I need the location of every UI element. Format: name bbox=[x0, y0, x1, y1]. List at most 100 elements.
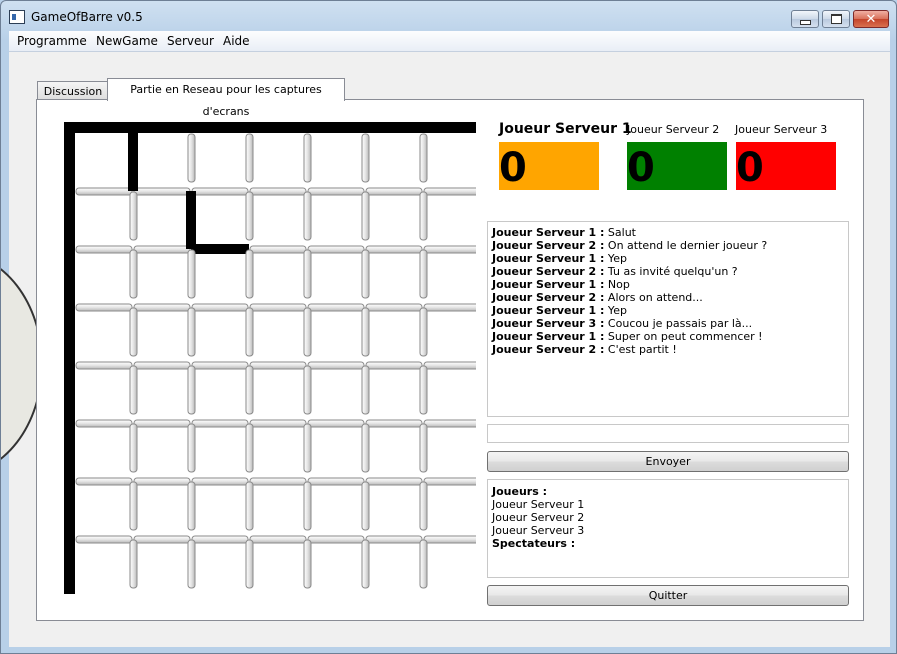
horizontal-bar[interactable] bbox=[307, 419, 365, 428]
vertical-bar[interactable] bbox=[187, 365, 196, 415]
vertical-bar[interactable] bbox=[303, 191, 312, 241]
horizontal-bar[interactable] bbox=[133, 419, 191, 428]
horizontal-bar[interactable] bbox=[249, 535, 307, 544]
horizontal-bar[interactable] bbox=[75, 419, 133, 428]
vertical-bar[interactable] bbox=[361, 307, 370, 357]
horizontal-bar[interactable] bbox=[133, 477, 191, 486]
tab-discussion[interactable]: Discussion bbox=[37, 81, 109, 101]
vertical-bar[interactable] bbox=[129, 365, 138, 415]
horizontal-bar[interactable] bbox=[307, 187, 365, 196]
horizontal-bar[interactable] bbox=[75, 187, 133, 196]
horizontal-bar[interactable] bbox=[133, 245, 191, 254]
horizontal-bar[interactable] bbox=[249, 303, 307, 312]
vertical-bar[interactable] bbox=[361, 191, 370, 241]
horizontal-bar[interactable] bbox=[191, 535, 249, 544]
horizontal-bar[interactable] bbox=[365, 361, 423, 370]
vertical-bar[interactable] bbox=[303, 423, 312, 473]
vertical-bar[interactable] bbox=[187, 423, 196, 473]
vertical-bar[interactable] bbox=[245, 133, 254, 183]
vertical-bar[interactable] bbox=[303, 133, 312, 183]
horizontal-bar[interactable] bbox=[191, 187, 249, 196]
horizontal-bar[interactable] bbox=[75, 245, 133, 254]
vertical-bar[interactable] bbox=[245, 539, 254, 589]
horizontal-bar[interactable] bbox=[191, 419, 249, 428]
horizontal-bar[interactable] bbox=[191, 477, 249, 486]
horizontal-bar[interactable] bbox=[249, 361, 307, 370]
horizontal-bar[interactable] bbox=[307, 477, 365, 486]
vertical-bar[interactable] bbox=[361, 481, 370, 531]
vertical-bar[interactable] bbox=[245, 365, 254, 415]
vertical-bar[interactable] bbox=[361, 249, 370, 299]
vertical-bar[interactable] bbox=[303, 307, 312, 357]
horizontal-bar[interactable] bbox=[75, 303, 133, 312]
horizontal-bar[interactable] bbox=[365, 187, 423, 196]
game-board[interactable] bbox=[64, 122, 476, 594]
horizontal-bar[interactable] bbox=[423, 187, 476, 196]
tab-partie-reseau[interactable]: Partie en Reseau pour les captures d'ecr… bbox=[107, 78, 345, 118]
menu-programme[interactable]: Programme bbox=[17, 34, 87, 48]
vertical-bar[interactable] bbox=[187, 133, 196, 183]
title-bar[interactable]: GameOfBarre v0.5 ✕ bbox=[1, 1, 896, 31]
vertical-bar[interactable] bbox=[419, 365, 428, 415]
horizontal-bar[interactable] bbox=[423, 477, 476, 486]
vertical-bar[interactable] bbox=[187, 307, 196, 357]
horizontal-bar[interactable] bbox=[191, 361, 249, 370]
maximize-button[interactable] bbox=[822, 10, 850, 28]
vertical-bar[interactable] bbox=[129, 423, 138, 473]
chat-log[interactable]: Joueur Serveur 1 : Salut Joueur Serveur … bbox=[487, 221, 849, 417]
horizontal-bar[interactable] bbox=[423, 361, 476, 370]
horizontal-bar[interactable] bbox=[365, 535, 423, 544]
vertical-bar[interactable] bbox=[361, 539, 370, 589]
horizontal-bar[interactable] bbox=[191, 303, 249, 312]
menu-newgame[interactable]: NewGame bbox=[96, 34, 158, 48]
horizontal-bar[interactable] bbox=[423, 245, 476, 254]
vertical-bar[interactable] bbox=[361, 423, 370, 473]
horizontal-bar[interactable] bbox=[75, 361, 133, 370]
horizontal-bar[interactable] bbox=[133, 303, 191, 312]
menu-aide[interactable]: Aide bbox=[223, 34, 250, 48]
horizontal-bar[interactable] bbox=[249, 245, 307, 254]
vertical-bar[interactable] bbox=[245, 191, 254, 241]
vertical-bar[interactable] bbox=[419, 249, 428, 299]
horizontal-bar[interactable] bbox=[307, 535, 365, 544]
close-button[interactable]: ✕ bbox=[853, 10, 889, 28]
vertical-bar[interactable] bbox=[187, 539, 196, 589]
vertical-bar[interactable] bbox=[303, 481, 312, 531]
quit-button[interactable]: Quitter bbox=[487, 585, 849, 606]
horizontal-bar[interactable] bbox=[75, 535, 133, 544]
horizontal-bar[interactable] bbox=[365, 245, 423, 254]
vertical-bar[interactable] bbox=[419, 423, 428, 473]
horizontal-bar[interactable] bbox=[423, 419, 476, 428]
horizontal-bar[interactable] bbox=[365, 303, 423, 312]
minimize-button[interactable] bbox=[791, 10, 819, 28]
vertical-bar[interactable] bbox=[303, 539, 312, 589]
horizontal-bar[interactable] bbox=[249, 477, 307, 486]
vertical-bar[interactable] bbox=[129, 307, 138, 357]
vertical-bar[interactable] bbox=[361, 133, 370, 183]
vertical-bar[interactable] bbox=[245, 249, 254, 299]
vertical-bar[interactable] bbox=[129, 249, 138, 299]
vertical-bar[interactable] bbox=[419, 481, 428, 531]
horizontal-bar[interactable] bbox=[365, 419, 423, 428]
horizontal-bar[interactable] bbox=[75, 477, 133, 486]
vertical-bar[interactable] bbox=[245, 307, 254, 357]
vertical-bar[interactable] bbox=[419, 539, 428, 589]
vertical-bar[interactable] bbox=[419, 133, 428, 183]
horizontal-bar[interactable] bbox=[365, 477, 423, 486]
horizontal-bar[interactable] bbox=[249, 187, 307, 196]
horizontal-bar[interactable] bbox=[133, 535, 191, 544]
vertical-bar[interactable] bbox=[187, 249, 196, 299]
vertical-bar[interactable] bbox=[245, 423, 254, 473]
horizontal-bar[interactable] bbox=[423, 303, 476, 312]
horizontal-bar[interactable] bbox=[133, 187, 191, 196]
vertical-bar[interactable] bbox=[129, 539, 138, 589]
horizontal-bar[interactable] bbox=[249, 419, 307, 428]
horizontal-bar[interactable] bbox=[423, 535, 476, 544]
vertical-bar[interactable] bbox=[129, 191, 138, 241]
vertical-bar[interactable] bbox=[419, 191, 428, 241]
menu-serveur[interactable]: Serveur bbox=[167, 34, 214, 48]
vertical-bar[interactable] bbox=[187, 481, 196, 531]
vertical-bar[interactable] bbox=[303, 249, 312, 299]
vertical-bar[interactable] bbox=[361, 365, 370, 415]
vertical-bar[interactable] bbox=[245, 481, 254, 531]
